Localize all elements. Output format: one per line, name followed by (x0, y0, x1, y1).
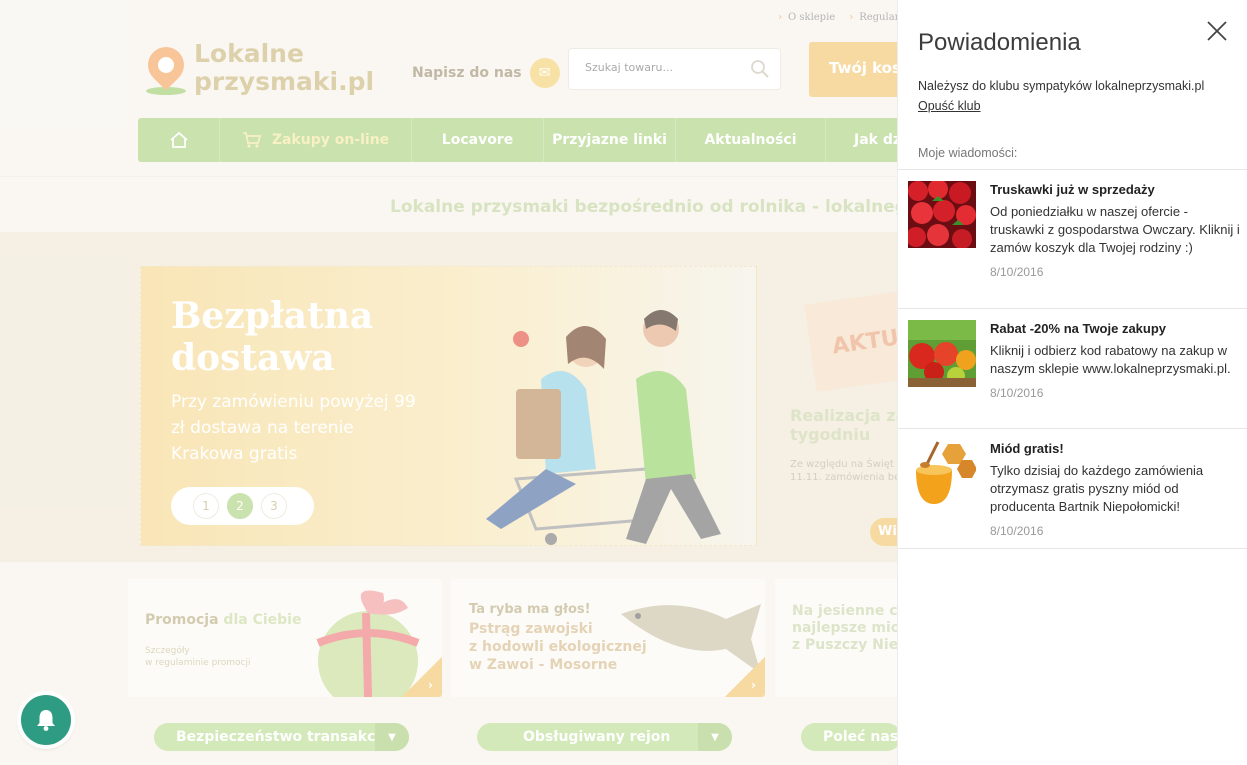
messages-list: Truskawki już w sprzedaży Od poniedziałk… (898, 169, 1247, 549)
message-text: Tylko dzisiaj do każdego zamówienia otrz… (990, 463, 1204, 514)
strawberries-image (908, 181, 976, 248)
notifications-panel: Powiadomienia Należysz do klubu sympatyk… (897, 0, 1247, 765)
message-title: Truskawki już w sprzedaży (990, 182, 1155, 197)
message-item[interactable]: Rabat -20% na Twoje zakupy Kliknij i odb… (898, 309, 1247, 429)
panel-title: Powiadomienia (918, 29, 1081, 56)
message-item[interactable]: Truskawki już w sprzedaży Od poniedziałk… (898, 170, 1247, 309)
notifications-button[interactable] (21, 695, 71, 745)
honey-image (908, 440, 976, 507)
message-text: Od poniedziałku w naszej ofercie - trusk… (990, 204, 1240, 255)
message-date: 8/10/2016 (990, 265, 1044, 279)
bell-icon (37, 710, 55, 731)
club-membership-text: Należysz do klubu sympatyków lokalneprzy… (918, 79, 1205, 93)
message-text: Kliknij i odbierz kod rabatowy na zakup … (990, 343, 1231, 376)
message-title: Miód gratis! (990, 441, 1064, 456)
message-date: 8/10/2016 (990, 524, 1044, 538)
message-item[interactable]: Miód gratis! Tylko dzisiaj do każdego za… (898, 429, 1247, 549)
vegetables-image (908, 320, 976, 387)
message-title: Rabat -20% na Twoje zakupy (990, 321, 1167, 336)
message-date: 8/10/2016 (990, 386, 1044, 400)
close-icon[interactable] (1206, 20, 1228, 42)
leave-club-link[interactable]: Opuść klub (918, 99, 981, 113)
my-messages-label: Moje wiadomości: (918, 146, 1018, 160)
